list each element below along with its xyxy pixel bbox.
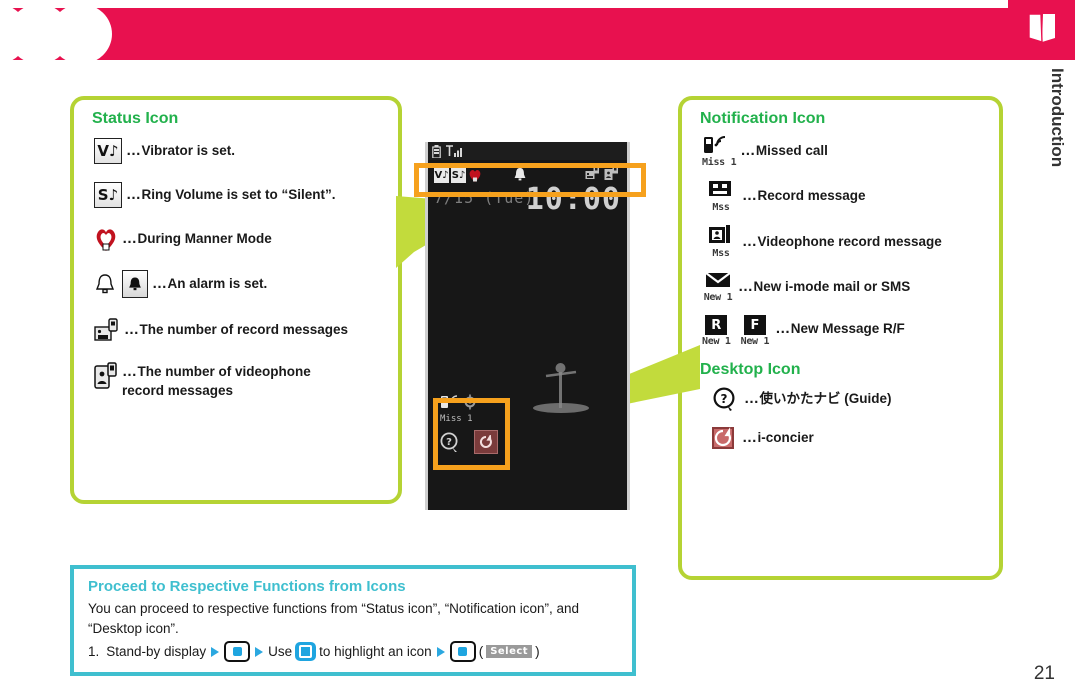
phone-status-vibrator-icon: V♪ [434,167,449,183]
alarm-bell-outline-icon [94,272,116,296]
status-icon-panel: Status Icon V♪ …Vibrator is set. S♪ …Rin… [70,96,402,504]
message-r-sublabel: New 1 [702,336,731,347]
phone-topbar [428,142,627,160]
videophone-record-sublabel: Mss [712,248,730,259]
wallpaper-decoration [533,363,589,413]
phone-desktop-icons: Miss 1 ? [440,394,498,454]
notification-row-missed-call: Miss 1 …Missed call [702,134,999,168]
message-r-icon: R New 1 [702,315,731,347]
side-tab-label: Introduction [1048,68,1067,168]
notification-row-new-mail-label: New i-mode mail or SMS [753,278,911,294]
signal-strength-icon [446,144,462,157]
status-row-record-count-label: The number of record messages [139,321,349,337]
header-swirl-decoration [0,8,120,60]
desktop-row-iconcier: …i-concier [712,427,999,449]
center-key-icon-2 [449,641,476,663]
step-number: 1. [88,644,100,660]
battery-icon [432,144,441,158]
notification-row-new-mail: New 1 …New i-mode mail or SMS [702,271,999,303]
status-icon-panel-title: Status Icon [92,110,179,127]
new-mail-sublabel: New 1 [703,292,733,303]
phone-desktop-missed-sublabel: Miss 1 [440,414,473,424]
i-concier-icon [712,427,734,449]
status-row-alarm-label: An alarm is set. [167,275,268,291]
manner-mode-heart-icon [94,226,118,252]
status-row-silent: S♪ …Ring Volume is set to “Silent”. [94,182,398,208]
phone-status-silent-icon: S♪ [451,167,466,183]
phone-status-record-count-icon [585,166,599,179]
phone-screen: V♪ S♪ 7/15 (Tue) 10:00 Miss 1 ? [425,142,630,510]
navigation-key-icon [295,642,317,662]
arrow-marker-2 [255,646,264,657]
record-message-icon: Mss [708,180,734,213]
phone-status-manner-mode-icon [469,169,481,182]
status-row-manner-mode: …During Manner Mode [94,226,398,252]
phone-desktop-iconcier-icon [474,430,498,454]
phone-status-videophone-count-icon [604,166,618,180]
step-text-3: to highlight an icon [319,644,432,660]
status-row-vibrator: V♪ …Vibrator is set. [94,138,398,164]
notification-row-missed-call-label: Missed call [755,142,828,158]
notification-row-record-message: Mss …Record message [708,180,999,213]
vibrator-icon: V♪ [94,138,122,164]
svg-text:?: ? [721,392,728,406]
note-box-body: You can proceed to respective functions … [88,601,580,636]
note-box-title: Proceed to Respective Functions from Ico… [88,578,406,595]
center-key-icon [224,641,251,663]
phone-desktop-gear-icon [462,394,478,410]
phone-desktop-missed-call-icon [441,395,458,408]
page-root: Introduction Status Icon V♪ …Vibrator is… [0,0,1075,691]
notification-icon-panel-title: Notification Icon [700,110,826,127]
desktop-row-iconcier-label: i-concier [757,429,814,445]
videophone-record-message-icon: Mss [708,225,734,259]
status-row-videophone-count-label: The number of videophone record messages [122,364,311,399]
record-message-count-icon [94,318,120,342]
notification-row-message-rf-label: New Message R/F [790,321,905,336]
arrow-marker-1 [211,646,220,657]
notification-row-videophone-record: Mss …Videophone record message [708,225,999,259]
note-box: Proceed to Respective Functions from Ico… [70,565,636,676]
videophone-record-count-icon [94,362,118,390]
status-row-alarm: …An alarm is set. [94,270,398,298]
book-icon [1028,13,1055,43]
phone-desktop-guide-icon: ? [440,432,458,452]
arrow-marker-3 [436,646,445,657]
missed-call-sublabel: Miss 1 [702,157,737,168]
status-row-vibrator-label: Vibrator is set. [141,142,236,158]
svg-text:?: ? [446,437,452,448]
alarm-bell-filled-icon [122,270,148,298]
record-message-sublabel: Mss [712,202,730,213]
select-softkey-label: Select [486,645,533,659]
phone-time: 10:00 [525,182,621,217]
notification-icon-panel: Notification Icon Miss 1 …Missed call Ms… [678,96,1003,580]
phone-date: 7/15 (Tue) [434,189,535,207]
status-row-videophone-count: …The number of videophone record message… [94,362,398,400]
desktop-row-guide-label: 使いかたナビ (Guide) [759,390,892,406]
desktop-icon-subtitle: Desktop Icon [700,361,801,378]
notification-row-videophone-record-label: Videophone record message [757,233,942,249]
new-mail-icon: New 1 [702,271,734,303]
status-row-record-count: …The number of record messages [94,318,398,342]
message-f-sublabel: New 1 [740,336,770,347]
guide-navi-icon: ? [712,387,736,411]
status-row-manner-mode-label: During Manner Mode [137,230,272,246]
notification-row-record-message-label: Record message [757,188,866,204]
header-band [0,8,1008,60]
notification-row-message-rf: R New 1 F New 1 …New Message R/F [702,315,999,347]
note-box-step: 1. Stand-by display Use to highlight an … [88,641,632,663]
missed-call-icon: Miss 1 [702,134,737,168]
silent-icon: S♪ [94,182,122,208]
desktop-row-guide: ? …使いかたナビ (Guide) [712,387,999,411]
page-number: 21 [1033,663,1055,684]
message-f-icon: F New 1 [741,315,770,347]
step-text-1: Stand-by display [106,644,207,660]
status-row-silent-label: Ring Volume is set to “Silent”. [141,186,336,202]
step-text-2: Use [268,644,293,660]
